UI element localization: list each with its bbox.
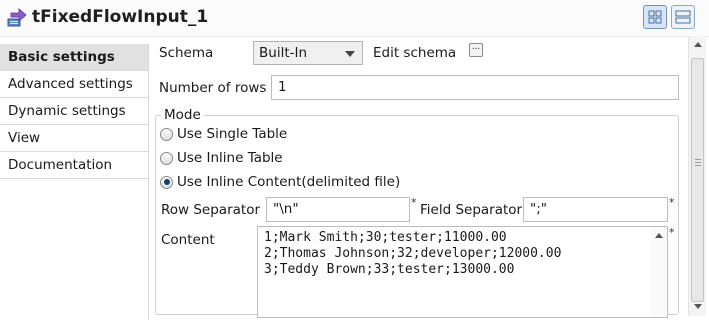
content-label: Content <box>161 232 215 248</box>
schema-label: Schema <box>159 45 214 61</box>
radio-unchecked-icon <box>160 151 173 165</box>
scroll-up-arrow-icon <box>655 233 663 238</box>
radio-use-single-table[interactable]: Use Single Table <box>160 124 287 144</box>
sidebar-item-dynamic-settings[interactable]: Dynamic settings <box>0 98 148 125</box>
content-line: 3;Teddy Brown;33;tester;13000.00 <box>264 262 515 277</box>
component-title-bar: tFixedFlowInput_1 <box>0 0 709 37</box>
radio-label: Use Inline Table <box>177 150 283 166</box>
radio-label: Use Single Table <box>177 126 288 142</box>
grid-layout-icon <box>648 10 662 24</box>
content-line: 2;Thomas Johnson;32;developer;12000.00 <box>264 246 562 261</box>
stacked-layout-icon <box>675 10 691 24</box>
content-textarea[interactable]: 1;Mark Smith;30;tester;11000.00 2;Thomas… <box>257 226 668 318</box>
chevron-down-icon <box>345 51 355 57</box>
schema-select[interactable]: Built-In <box>253 41 363 65</box>
grip-line <box>695 162 701 163</box>
sidebar-item-view[interactable]: View <box>0 125 148 152</box>
sidebar-item-basic-settings[interactable]: Basic settings <box>0 44 148 71</box>
required-mark: * <box>411 196 417 209</box>
radio-label: Use Inline Content(delimited file) <box>177 174 401 190</box>
edit-schema-button[interactable]: ... <box>469 43 483 57</box>
field-separator-label: Field Separator <box>420 202 523 218</box>
radio-use-inline-content[interactable]: Use Inline Content(delimited file) <box>160 172 400 192</box>
grid-layout-button[interactable] <box>643 5 667 29</box>
field-separator-input[interactable]: ";" <box>523 197 668 222</box>
content-line: 1;Mark Smith;30;tester;11000.00 <box>264 230 507 245</box>
required-mark: * <box>669 196 675 209</box>
radio-unchecked-icon <box>160 127 173 141</box>
rows-label: Number of rows <box>159 80 267 96</box>
radio-checked-icon <box>160 175 173 189</box>
row-separator-label: Row Separator <box>161 202 261 218</box>
scroll-thumb[interactable] <box>691 58 704 302</box>
scroll-down-arrow-icon[interactable] <box>694 304 702 309</box>
component-title: tFixedFlowInput_1 <box>32 7 209 27</box>
mode-group-title: Mode <box>161 107 204 123</box>
textarea-scrollbar[interactable] <box>651 227 667 317</box>
component-icon <box>7 8 27 27</box>
sidebar-item-documentation[interactable]: Documentation <box>0 152 148 179</box>
grip-line <box>695 159 701 160</box>
radio-use-inline-table[interactable]: Use Inline Table <box>160 148 283 168</box>
grip-line <box>695 165 701 166</box>
number-of-rows-input[interactable]: 1 <box>271 75 679 100</box>
settings-sidebar: Basic settings Advanced settings Dynamic… <box>0 44 149 320</box>
row-separator-input[interactable]: "\n" <box>266 197 410 222</box>
required-mark: * <box>669 226 675 239</box>
stacked-layout-button[interactable] <box>671 5 695 29</box>
scroll-up-arrow-icon[interactable] <box>694 42 702 47</box>
sidebar-item-advanced-settings[interactable]: Advanced settings <box>0 71 148 98</box>
panel-scrollbar[interactable] <box>688 36 706 316</box>
edit-schema-label: Edit schema <box>373 45 457 61</box>
basic-settings-panel: Schema Built-In Edit schema ... Number o… <box>149 36 687 320</box>
schema-selected-value: Built-In <box>259 45 308 61</box>
